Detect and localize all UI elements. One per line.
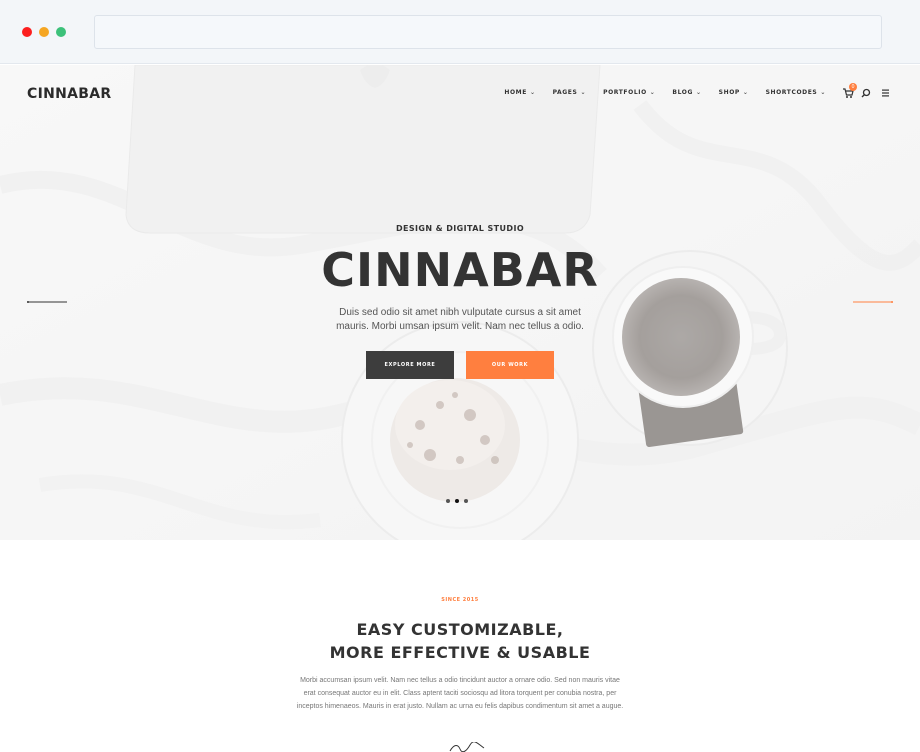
nav-item-label: SHORTCODES xyxy=(765,89,818,96)
nav-item-home[interactable]: HOME ⌄ xyxy=(504,89,535,96)
hamburger-menu-icon[interactable] xyxy=(881,89,891,97)
chevron-down-icon: ⌄ xyxy=(820,89,826,96)
nav-item-label: PORTFOLIO xyxy=(603,89,647,96)
search-icon[interactable] xyxy=(861,88,871,98)
since-label: SINCE 2015 xyxy=(441,597,479,603)
site-logo[interactable]: CINNABAR xyxy=(27,86,111,102)
nav-item-label: PAGES xyxy=(552,89,578,96)
hero-background-image xyxy=(0,65,920,540)
section-description: Morbi accumsan ipsum velit. Nam nec tell… xyxy=(296,677,624,710)
chevron-down-icon: ⌄ xyxy=(580,89,587,96)
nav-item-portfolio[interactable]: PORTFOLIO ⌄ xyxy=(603,89,655,96)
signature-icon xyxy=(449,742,485,752)
slide-dot[interactable] xyxy=(446,499,450,503)
minimize-window-button[interactable] xyxy=(39,27,49,37)
hero-subtitle: DESIGN & DIGITAL STUDIO xyxy=(395,224,525,233)
nav-item-label: SHOP xyxy=(718,89,740,96)
chevron-down-icon: ⌄ xyxy=(742,89,749,96)
address-bar[interactable] xyxy=(94,15,882,49)
main-nav: HOME ⌄ PAGES ⌄ PORTFOLIO ⌄ BLOG ⌄ SHOP ⌄ SHOR… xyxy=(487,89,826,96)
slide-dot-active[interactable] xyxy=(455,499,459,503)
our-work-button[interactable]: OUR WORK xyxy=(466,351,554,379)
next-slide-arrow-icon[interactable] xyxy=(853,301,893,303)
explore-more-button[interactable]: EXPLORE MORE xyxy=(366,351,454,379)
hero-title: CINNABAR xyxy=(321,243,599,297)
slider-pagination xyxy=(446,499,476,505)
nav-item-label: BLOG xyxy=(672,89,694,96)
nav-item-shop[interactable]: SHOP ⌄ xyxy=(719,89,749,96)
chevron-down-icon: ⌄ xyxy=(696,89,702,96)
hero-slider: CINNABAR HOME ⌄ PAGES ⌄ PORTFOLIO ⌄ BLOG ⌄ S… xyxy=(0,65,920,540)
nav-item-shortcodes[interactable]: SHORTCODES ⌄ xyxy=(766,89,826,96)
slide-dot[interactable] xyxy=(464,499,468,503)
nav-item-label: HOME xyxy=(504,89,527,96)
hero-description: Duis sed odio sit amet nibh vulputate cu… xyxy=(336,307,584,332)
nav-item-pages[interactable]: PAGES ⌄ xyxy=(553,89,586,96)
section-title-line-1: EASY CUSTOMIZABLE, xyxy=(356,620,564,639)
close-window-button[interactable] xyxy=(22,27,32,37)
chevron-down-icon: ⌄ xyxy=(649,89,656,96)
header-icons: 0 xyxy=(834,83,894,101)
section-title: EASY CUSTOMIZABLE, MORE EFFECTIVE & USAB… xyxy=(0,618,920,664)
browser-chrome xyxy=(0,0,920,64)
maximize-window-button[interactable] xyxy=(56,27,66,37)
nav-item-blog[interactable]: BLOG ⌄ xyxy=(672,89,701,96)
chevron-down-icon: ⌄ xyxy=(529,89,536,96)
previous-slide-arrow-icon[interactable] xyxy=(27,301,67,303)
cart-count-badge: 0 xyxy=(849,83,857,91)
section-title-line-2: MORE EFFECTIVE & USABLE xyxy=(329,643,591,662)
